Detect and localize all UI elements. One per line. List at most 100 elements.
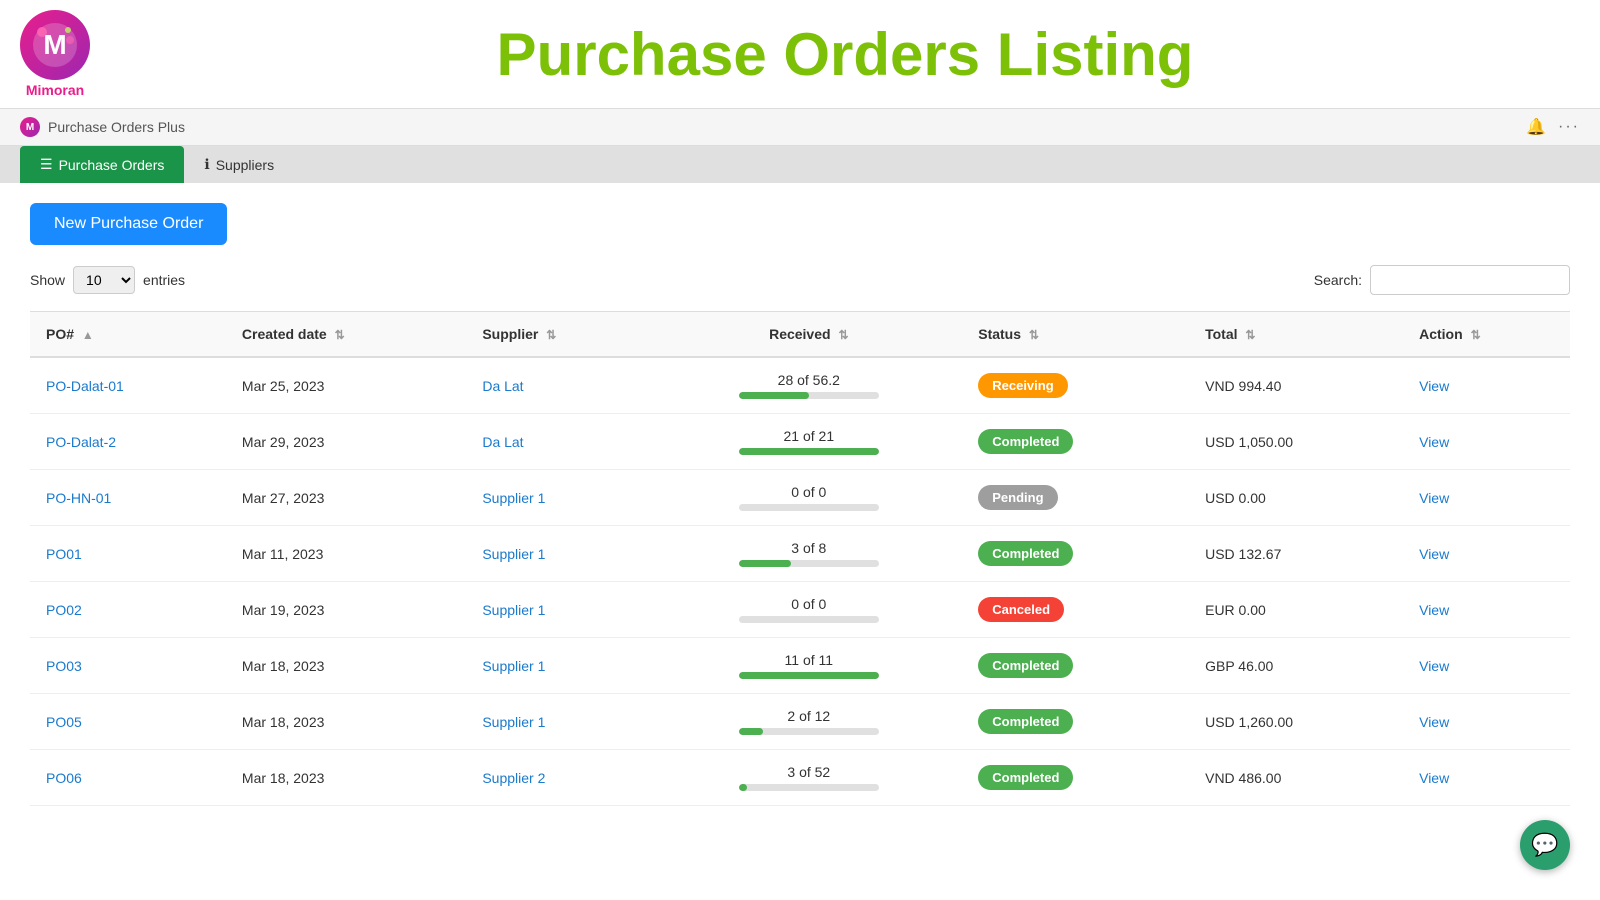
table-row: PO05 Mar 18, 2023 Supplier 1 2 of 12 Com… [30,694,1570,750]
plugin-icon: M [20,117,40,137]
entries-label: entries [143,272,185,288]
cell-received: 28 of 56.2 [655,357,962,414]
cell-received: 3 of 52 [655,750,962,806]
cell-supplier: Supplier 1 [466,470,655,526]
supplier-link[interactable]: Supplier 1 [482,490,545,506]
po-link[interactable]: PO-Dalat-2 [46,434,116,450]
cell-po-num: PO-Dalat-01 [30,357,226,414]
cell-status: Receiving [962,357,1189,414]
view-link[interactable]: View [1419,770,1449,786]
cell-po-num: PO02 [30,582,226,638]
cell-po-num: PO-HN-01 [30,470,226,526]
cell-received: 11 of 11 [655,638,962,694]
cell-total: VND 486.00 [1189,750,1403,806]
cell-status: Completed [962,750,1189,806]
view-link[interactable]: View [1419,658,1449,674]
view-link[interactable]: View [1419,714,1449,730]
col-po-num-label: PO# [46,326,74,342]
po-link[interactable]: PO-Dalat-01 [46,378,124,394]
col-action[interactable]: Action ⇅ [1403,312,1570,358]
page-title: Purchase Orders Listing [110,20,1580,89]
cell-total: USD 1,260.00 [1189,694,1403,750]
view-link[interactable]: View [1419,546,1449,562]
chat-button[interactable]: 💬 [1520,820,1570,870]
supplier-link[interactable]: Supplier 1 [482,714,545,730]
col-created-date[interactable]: Created date ⇅ [226,312,466,358]
po-link[interactable]: PO03 [46,658,82,674]
cell-po-num: PO01 [30,526,226,582]
cell-received: 2 of 12 [655,694,962,750]
search-input[interactable] [1370,265,1570,295]
col-supplier[interactable]: Supplier ⇅ [466,312,655,358]
sort-received-icon: ⇅ [838,328,848,342]
nav-tabs: ☰ Purchase Orders ℹ Suppliers [0,146,1600,183]
plugin-label: Purchase Orders Plus [48,119,185,135]
entries-select[interactable]: 10 25 50 100 [73,266,135,294]
search-label: Search: [1314,272,1362,288]
status-badge: Receiving [978,373,1067,398]
table-row: PO06 Mar 18, 2023 Supplier 2 3 of 52 Com… [30,750,1570,806]
cell-supplier: Supplier 1 [466,694,655,750]
progress-bar-fill [739,392,809,399]
supplier-link[interactable]: Supplier 1 [482,658,545,674]
cell-po-num: PO05 [30,694,226,750]
supplier-link[interactable]: Supplier 1 [482,546,545,562]
col-received[interactable]: Received ⇅ [655,312,962,358]
cell-created-date: Mar 18, 2023 [226,638,466,694]
tab-purchase-orders[interactable]: ☰ Purchase Orders [20,146,184,183]
cell-action: View [1403,582,1570,638]
status-badge: Completed [978,653,1073,678]
col-total[interactable]: Total ⇅ [1189,312,1403,358]
cell-status: Canceled [962,582,1189,638]
tab-po-icon: ☰ [40,156,53,173]
cell-status: Completed [962,414,1189,470]
received-count: 3 of 8 [671,540,946,556]
cell-created-date: Mar 25, 2023 [226,357,466,414]
status-badge: Completed [978,429,1073,454]
sort-po-icon: ▲ [82,328,94,342]
received-count: 21 of 21 [671,428,946,444]
cell-created-date: Mar 18, 2023 [226,750,466,806]
cell-created-date: Mar 29, 2023 [226,414,466,470]
tab-suppliers[interactable]: ℹ Suppliers [184,146,294,183]
cell-supplier: Supplier 1 [466,582,655,638]
more-icon[interactable]: ··· [1558,118,1580,136]
cell-created-date: Mar 11, 2023 [226,526,466,582]
col-po-num[interactable]: PO# ▲ [30,312,226,358]
po-link[interactable]: PO05 [46,714,82,730]
cell-po-num: PO06 [30,750,226,806]
progress-bar-bg [739,560,879,567]
supplier-link[interactable]: Da Lat [482,378,523,394]
view-link[interactable]: View [1419,490,1449,506]
cell-action: View [1403,414,1570,470]
supplier-link[interactable]: Da Lat [482,434,523,450]
cell-supplier: Supplier 1 [466,638,655,694]
progress-bar-bg [739,728,879,735]
progress-bar-fill [739,784,747,791]
view-link[interactable]: View [1419,434,1449,450]
col-status[interactable]: Status ⇅ [962,312,1189,358]
cell-received: 21 of 21 [655,414,962,470]
cell-status: Pending [962,470,1189,526]
po-link[interactable]: PO01 [46,546,82,562]
table-body: PO-Dalat-01 Mar 25, 2023 Da Lat 28 of 56… [30,357,1570,806]
col-received-label: Received [769,326,830,342]
po-link[interactable]: PO02 [46,602,82,618]
view-link[interactable]: View [1419,602,1449,618]
cell-action: View [1403,526,1570,582]
table-row: PO-Dalat-2 Mar 29, 2023 Da Lat 21 of 21 … [30,414,1570,470]
cell-received: 3 of 8 [655,526,962,582]
cell-total: USD 1,050.00 [1189,414,1403,470]
po-link[interactable]: PO-HN-01 [46,490,111,506]
logo-text: Mimoran [26,82,84,98]
bell-icon[interactable]: 🔔 [1526,117,1546,137]
supplier-link[interactable]: Supplier 2 [482,770,545,786]
supplier-link[interactable]: Supplier 1 [482,602,545,618]
cell-total: GBP 46.00 [1189,638,1403,694]
tab-po-label: Purchase Orders [59,157,165,173]
new-purchase-order-button[interactable]: New Purchase Order [30,203,227,245]
cell-created-date: Mar 27, 2023 [226,470,466,526]
view-link[interactable]: View [1419,378,1449,394]
col-total-label: Total [1205,326,1237,342]
po-link[interactable]: PO06 [46,770,82,786]
